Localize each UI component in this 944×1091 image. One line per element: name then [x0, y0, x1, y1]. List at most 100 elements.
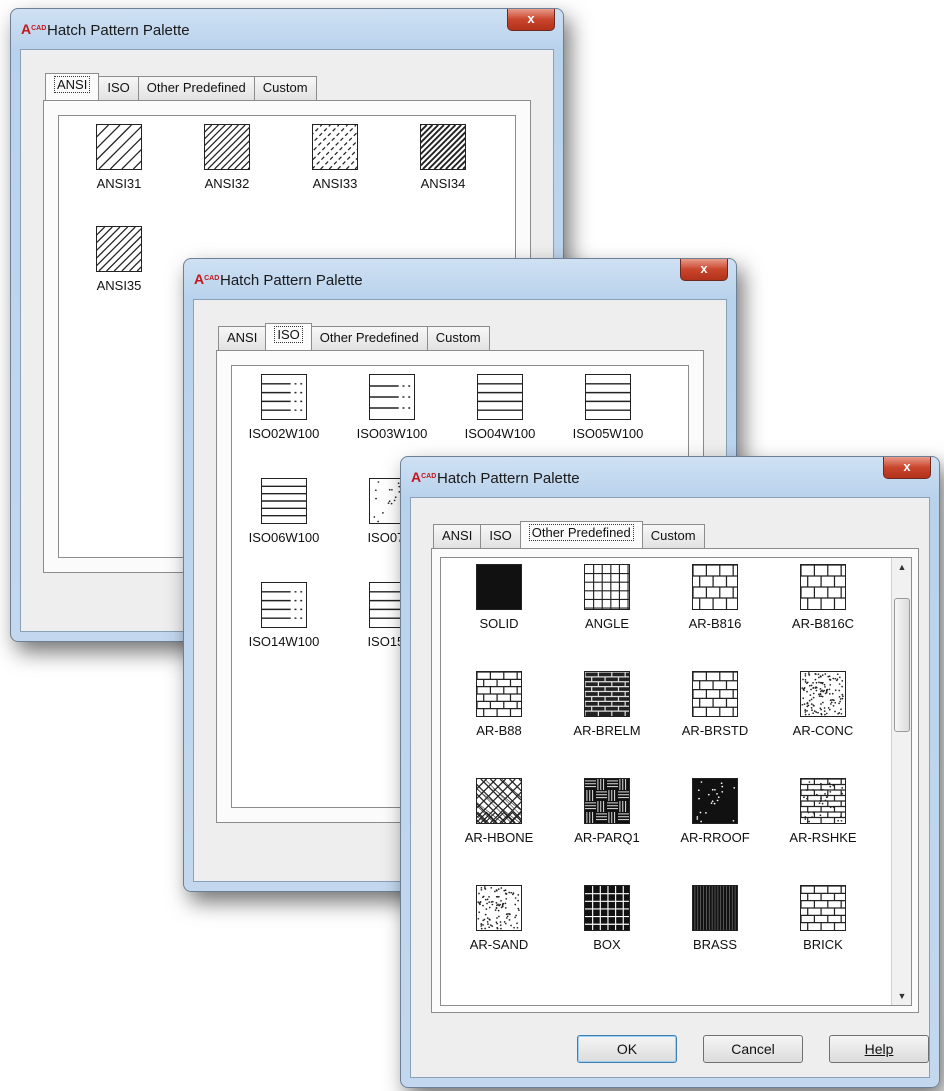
pattern-item[interactable]: AR-RROOF — [665, 778, 765, 845]
pattern-swatch-icon — [312, 124, 358, 170]
pattern-label: AR-RSHKE — [789, 830, 857, 845]
pattern-item[interactable]: AR-CONC — [773, 671, 873, 738]
pattern-item[interactable]: AR-BRELM — [557, 671, 657, 738]
pattern-label: BOX — [593, 937, 621, 952]
pattern-item[interactable]: ANSI34 — [393, 124, 493, 191]
pattern-item[interactable]: AR-SAND — [449, 885, 549, 952]
pattern-list[interactable]: BRICK BRASS BOX AR-SAND AR-RSHKE AR-RROOF AR-P… — [440, 557, 912, 1006]
pattern-item[interactable]: AR-PARQ1 — [557, 778, 657, 845]
pattern-item[interactable]: ANSI32 — [177, 124, 277, 191]
pattern-swatch-icon — [800, 671, 846, 717]
pattern-item[interactable]: ISO03W100 — [342, 374, 442, 441]
pattern-item[interactable]: AR-B816 — [665, 564, 765, 631]
pattern-label: BRASS — [692, 937, 738, 952]
window-title: Hatch Pattern Palette — [220, 272, 363, 289]
pattern-item[interactable]: ISO02W100 — [234, 374, 334, 441]
close-button[interactable]: x — [680, 259, 728, 281]
pattern-item[interactable]: ISO06W100 — [234, 478, 334, 545]
close-button[interactable]: x — [883, 457, 931, 479]
pattern-swatch-icon — [692, 564, 738, 610]
pattern-swatch-icon — [369, 374, 415, 420]
pattern-item[interactable]: BRASS — [665, 885, 765, 952]
help-button[interactable]: Help — [829, 1035, 929, 1063]
ok-button[interactable]: OK — [577, 1035, 677, 1063]
pattern-swatch-icon — [261, 374, 307, 420]
tab-strip: ANSI ISO Other Predefined Custom — [45, 73, 317, 100]
scroll-down-arrow-icon[interactable]: ▼ — [892, 987, 911, 1005]
pattern-label: ISO06W100 — [248, 530, 320, 545]
pattern-label: AR-BRELM — [573, 723, 641, 738]
title-bar[interactable]: ACAD Hatch Pattern Palette x — [11, 9, 563, 49]
pattern-label: SOLID — [479, 616, 519, 631]
pattern-swatch-icon — [584, 671, 630, 717]
pattern-swatch-icon — [476, 778, 522, 824]
autocad-a-icon: ACAD — [194, 271, 220, 287]
pattern-swatch-icon — [692, 671, 738, 717]
pattern-swatch-icon — [800, 778, 846, 824]
pattern-item[interactable]: BRICK — [773, 885, 873, 952]
pattern-swatch-icon — [96, 124, 142, 170]
tab-custom[interactable]: Custom — [253, 76, 317, 100]
window-title: Hatch Pattern Palette — [437, 470, 580, 487]
pattern-swatch-icon — [584, 564, 630, 610]
pattern-swatch-icon — [476, 671, 522, 717]
pattern-item[interactable]: AR-RSHKE — [773, 778, 873, 845]
pattern-item[interactable]: AR-HBONE — [449, 778, 549, 845]
pattern-swatch-icon — [204, 124, 250, 170]
other-predefined-palette-window: ACAD Hatch Pattern Palette x ANSI ISO Ot… — [400, 456, 940, 1088]
scroll-up-arrow-icon[interactable]: ▲ — [892, 558, 911, 576]
pattern-item[interactable]: ISO14W100 — [234, 582, 334, 649]
pattern-item[interactable]: ISO05W100 — [558, 374, 658, 441]
pattern-item[interactable]: AR-BRSTD — [665, 671, 765, 738]
vertical-scrollbar[interactable]: ▲ ▼ — [891, 558, 911, 1005]
pattern-label: AR-PARQ1 — [574, 830, 640, 845]
tab-other-predefined[interactable]: Other Predefined — [137, 76, 255, 100]
pattern-label: AR-B88 — [476, 723, 522, 738]
cancel-button[interactable]: Cancel — [703, 1035, 803, 1063]
tab-custom[interactable]: Custom — [426, 326, 490, 350]
pattern-label: AR-B816C — [791, 616, 855, 631]
title-bar[interactable]: ACAD Hatch Pattern Palette x — [401, 457, 939, 497]
pattern-item[interactable]: ANSI35 — [69, 226, 169, 293]
tab-ansi[interactable]: ANSI — [218, 326, 267, 350]
pattern-swatch-icon — [692, 778, 738, 824]
pattern-item[interactable]: ANSI33 — [285, 124, 385, 191]
tab-other-predefined[interactable]: Other Predefined — [519, 521, 643, 548]
pattern-label: ANSI33 — [312, 176, 358, 191]
tab-ansi[interactable]: ANSI — [45, 73, 100, 100]
pattern-item[interactable]: ANSI31 — [69, 124, 169, 191]
title-bar[interactable]: ACAD Hatch Pattern Palette x — [184, 259, 736, 299]
pattern-swatch-icon — [584, 778, 630, 824]
pattern-label: AR-RROOF — [680, 830, 750, 845]
scroll-thumb[interactable] — [894, 598, 910, 732]
pattern-swatch-icon — [261, 478, 307, 524]
pattern-item[interactable]: BOX — [557, 885, 657, 952]
tab-iso[interactable]: ISO — [265, 323, 312, 350]
pattern-item[interactable]: AR-B88 — [449, 671, 549, 738]
pattern-item[interactable]: ISO04W100 — [450, 374, 550, 441]
dialog-client: ANSI ISO Other Predefined Custom BRICK BR… — [410, 497, 930, 1078]
autocad-a-icon: ACAD — [411, 469, 437, 485]
pattern-label: ANSI32 — [204, 176, 250, 191]
pattern-swatch-icon — [800, 885, 846, 931]
tab-panel: BRICK BRASS BOX AR-SAND AR-RSHKE AR-RROOF AR-P… — [431, 548, 919, 1013]
pattern-item[interactable]: AR-B816C — [773, 564, 873, 631]
tab-iso[interactable]: ISO — [98, 76, 139, 100]
pattern-item[interactable]: SOLID — [449, 564, 549, 631]
help-label: Help — [864, 1041, 894, 1057]
close-button[interactable]: x — [507, 9, 555, 31]
pattern-swatch-icon — [584, 885, 630, 931]
tab-custom[interactable]: Custom — [641, 524, 705, 548]
tab-other-predefined[interactable]: Other Predefined — [310, 326, 428, 350]
pattern-swatch-icon — [476, 564, 522, 610]
pattern-item[interactable]: ANGLE — [557, 564, 657, 631]
pattern-label: AR-B816 — [688, 616, 742, 631]
pattern-label: AR-SAND — [469, 937, 529, 952]
tab-ansi[interactable]: ANSI — [433, 524, 482, 548]
pattern-swatch-icon — [420, 124, 466, 170]
pattern-label: BRICK — [803, 937, 843, 952]
pattern-swatch-icon — [692, 885, 738, 931]
pattern-label: AR-HBONE — [464, 830, 534, 845]
pattern-swatch-icon — [261, 582, 307, 628]
tab-iso[interactable]: ISO — [480, 524, 521, 548]
